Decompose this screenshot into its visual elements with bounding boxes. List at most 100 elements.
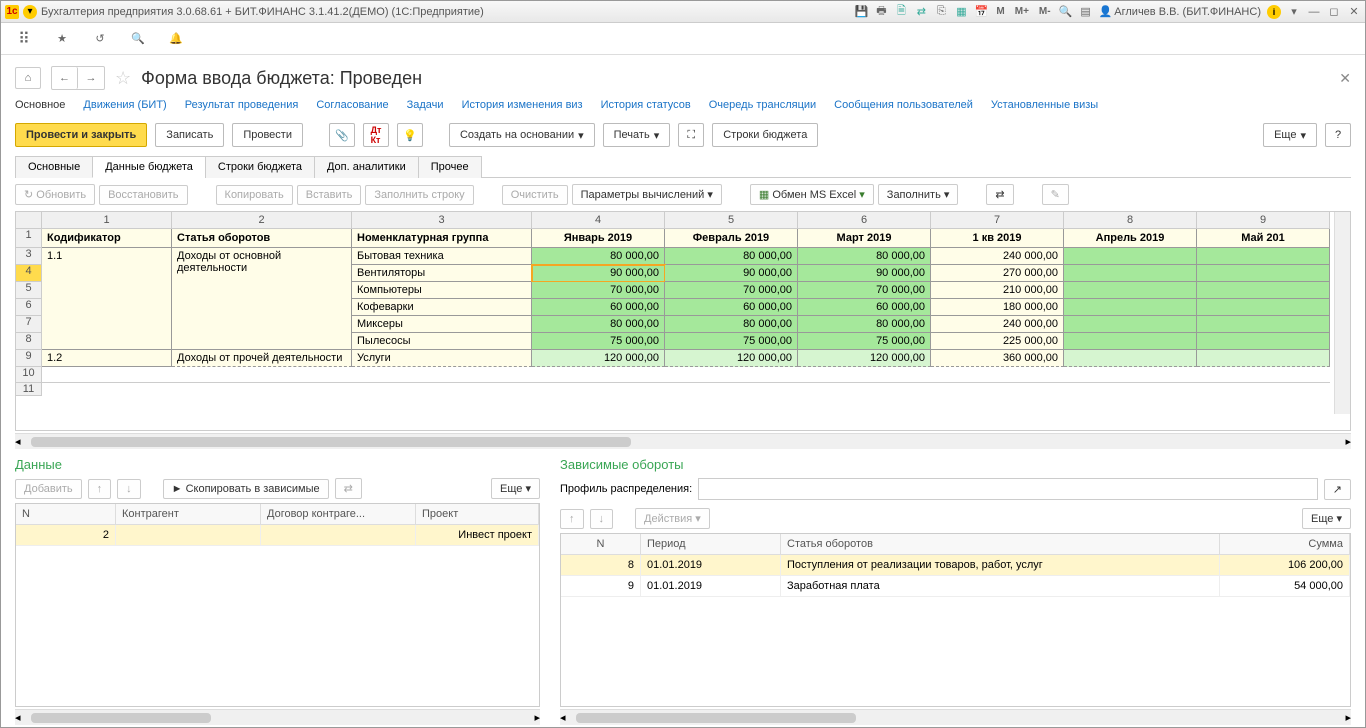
nav-tabs: Основное Движения (БИТ) Результат провед… — [15, 95, 1351, 119]
help-button[interactable]: ? — [1325, 123, 1351, 147]
page-title: Форма ввода бюджета: Проведен — [141, 68, 422, 89]
dk-icon[interactable]: ДтКт — [363, 123, 389, 147]
horizontal-scrollbar-left[interactable]: ◂▸ — [15, 709, 540, 725]
tab-status-history[interactable]: История статусов — [601, 99, 691, 111]
data-panel-title: Данные — [15, 455, 540, 474]
tab-tasks[interactable]: Задачи — [407, 99, 444, 111]
info-dropdown[interactable]: ▾ — [1287, 5, 1301, 19]
article-cell[interactable]: Доходы от основной деятельности — [172, 248, 352, 350]
tab-other[interactable]: Прочее — [418, 156, 482, 178]
tab-budget-data[interactable]: Данные бюджета — [92, 156, 206, 178]
tab-set-visas[interactable]: Установленные визы — [991, 99, 1098, 111]
copy-to-deps-button[interactable]: ► Скопировать в зависимые — [163, 479, 329, 499]
post-button[interactable]: Провести — [232, 123, 303, 147]
vertical-scrollbar[interactable] — [1334, 212, 1350, 414]
tab-user-messages[interactable]: Сообщения пользователей — [834, 99, 973, 111]
zoom-icon[interactable]: 🔍 — [1059, 5, 1073, 19]
horizontal-scrollbar-right[interactable]: ◂▸ — [560, 709, 1351, 725]
tab-visa-history[interactable]: История изменения виз — [462, 99, 583, 111]
excel-button[interactable]: ▦ Обмен MS Excel ▾ — [750, 184, 874, 205]
up2-icon[interactable]: ↑ — [560, 509, 584, 529]
tab-add-analytics[interactable]: Доп. аналитики — [314, 156, 419, 178]
budget-grid[interactable]: 1 2 3 4 5 6 7 8 9 1 Кодификатор Статья о… — [15, 211, 1351, 431]
more-button[interactable]: Еще ▾ — [1263, 123, 1317, 147]
search-icon[interactable]: 🔍 — [129, 30, 147, 48]
tab-budget-rows[interactable]: Строки бюджета — [205, 156, 315, 178]
swap-icon[interactable]: ⇄ — [986, 184, 1013, 205]
list-row[interactable]: 9 01.01.2019 Заработная плата 54 000,00 — [561, 576, 1350, 597]
copy-icon[interactable]: ⎘ — [934, 5, 948, 19]
swap-icon-2[interactable]: ⇄ — [335, 478, 362, 499]
minimize-icon[interactable]: — — [1307, 5, 1321, 19]
deps-list[interactable]: N Период Статья оборотов Сумма 8 01.01.2… — [560, 533, 1351, 707]
m-plus-button[interactable]: М+ — [1013, 6, 1031, 17]
titlebar: 1c ▾ Бухгалтерия предприятия 3.0.68.61 +… — [1, 1, 1365, 23]
calendar-icon[interactable]: 📅 — [974, 5, 988, 19]
clear-button[interactable]: Очистить — [502, 185, 568, 205]
profile-input[interactable] — [698, 478, 1318, 500]
create-based-button[interactable]: Создать на основании ▾ — [449, 123, 595, 147]
code-cell[interactable]: 1.1 — [42, 248, 172, 350]
close-window-icon[interactable]: ✕ — [1347, 5, 1361, 19]
home-button[interactable]: ⌂ — [15, 67, 41, 89]
actions-button[interactable]: Действия ▾ — [635, 508, 710, 529]
down2-icon[interactable]: ↓ — [590, 509, 614, 529]
app-menu-dropdown[interactable]: ▾ — [23, 5, 37, 19]
open-profile-icon[interactable]: ↗ — [1324, 479, 1351, 500]
post-and-close-button[interactable]: Провести и закрыть — [15, 123, 147, 147]
info-icon[interactable]: i — [1267, 5, 1281, 19]
fill-row-button[interactable]: Заполнить строку — [365, 185, 473, 205]
bulb-icon[interactable]: 💡 — [397, 123, 423, 147]
save-icon[interactable]: 💾 — [854, 5, 868, 19]
add-button[interactable]: Добавить — [15, 479, 82, 499]
star-icon[interactable]: ☆ — [115, 68, 131, 89]
app-logo-icon: 1c — [5, 5, 19, 19]
user-label[interactable]: 👤 Агличев В.В. (БИТ.ФИНАНС) — [1099, 5, 1261, 18]
maximize-icon[interactable]: ◻ — [1327, 5, 1341, 19]
tab-approval[interactable]: Согласование — [316, 99, 388, 111]
m-button[interactable]: М — [994, 6, 1006, 17]
m-minus-button[interactable]: М- — [1037, 6, 1053, 17]
print-button[interactable]: Печать ▾ — [603, 123, 671, 147]
tab-movements[interactable]: Движения (БИТ) — [83, 99, 166, 111]
copy-button[interactable]: Копировать — [216, 185, 293, 205]
expand-icon[interactable]: ⛶ — [678, 123, 704, 147]
more-left-button[interactable]: Еще ▾ — [491, 478, 540, 499]
deps-panel-title: Зависимые обороты — [560, 455, 1351, 474]
data-list[interactable]: N Контрагент Договор контраге... Проект … — [15, 503, 540, 707]
nav-icon[interactable]: ▤ — [1079, 5, 1093, 19]
doc-icon[interactable]: 🗎 — [894, 5, 908, 19]
refresh-button[interactable]: ↻ Обновить — [15, 184, 95, 205]
tab-posting-result[interactable]: Результат проведения — [185, 99, 299, 111]
up-icon[interactable]: ↑ — [88, 479, 112, 499]
edit-icon[interactable]: ✎ — [1042, 184, 1069, 205]
history-icon[interactable]: ↺ — [91, 30, 109, 48]
more-right-button[interactable]: Еще ▾ — [1302, 508, 1351, 529]
calc-icon[interactable]: ▦ — [954, 5, 968, 19]
write-button[interactable]: Записать — [155, 123, 224, 147]
horizontal-scrollbar[interactable]: ◂▸ — [15, 433, 1351, 449]
back-button[interactable]: ← — [52, 67, 78, 89]
list-row[interactable]: 2 Инвест проект — [16, 525, 539, 546]
paste-button[interactable]: Вставить — [297, 185, 362, 205]
compare-icon[interactable]: ⇄ — [914, 5, 928, 19]
tab-main[interactable]: Основное — [15, 99, 65, 111]
attach-icon[interactable]: 📎 — [329, 123, 355, 147]
restore-button[interactable]: Восстановить — [99, 185, 187, 205]
bell-icon[interactable]: 🔔 — [167, 30, 185, 48]
grid-toolbar: ↻ Обновить Восстановить Копировать Встав… — [15, 178, 1351, 211]
profile-label: Профиль распределения: — [560, 483, 692, 495]
selected-cell[interactable]: 90 000,00 — [532, 265, 665, 282]
list-row[interactable]: 8 01.01.2019 Поступления от реализации т… — [561, 555, 1350, 576]
tab-basic[interactable]: Основные — [15, 156, 93, 178]
down-icon[interactable]: ↓ — [117, 479, 141, 499]
calc-params-button[interactable]: Параметры вычислений ▾ — [572, 184, 722, 205]
apps-icon[interactable]: ⠿ — [15, 30, 33, 48]
favorite-icon[interactable]: ★ — [53, 30, 71, 48]
tab-broadcast-queue[interactable]: Очередь трансляции — [709, 99, 816, 111]
fill-button[interactable]: Заполнить ▾ — [878, 184, 959, 205]
budget-rows-button[interactable]: Строки бюджета — [712, 123, 818, 147]
print-icon[interactable]: 🖶 — [874, 5, 888, 19]
forward-button[interactable]: → — [78, 67, 104, 89]
close-icon[interactable]: ✕ — [1339, 70, 1351, 87]
